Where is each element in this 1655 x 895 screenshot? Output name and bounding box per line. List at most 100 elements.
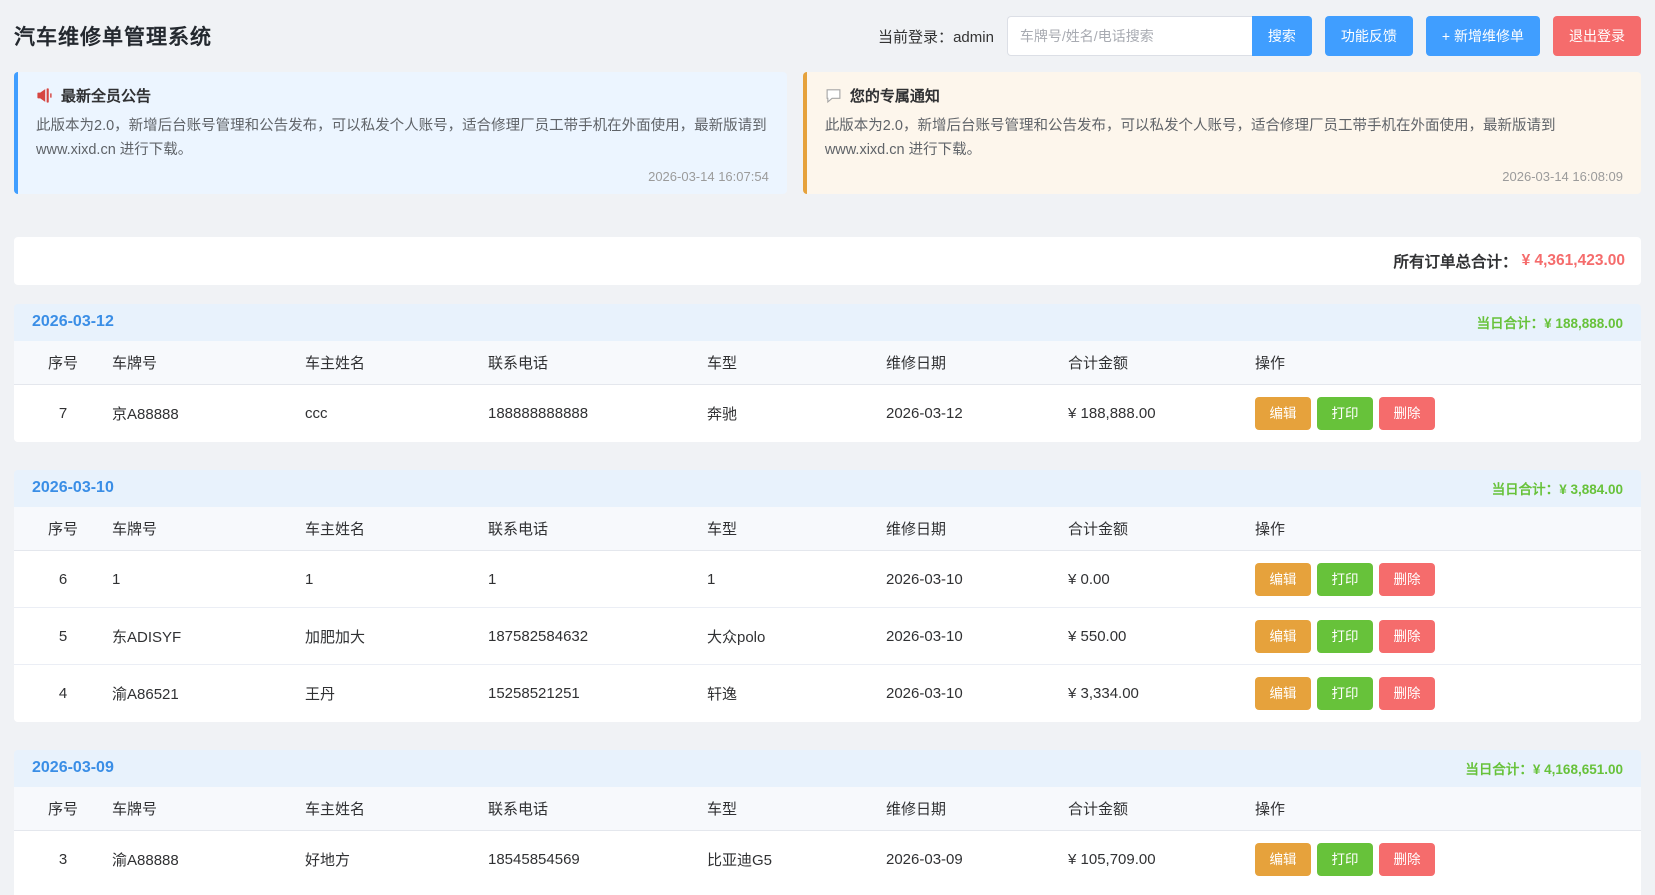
col-date: 维修日期	[886, 341, 1068, 385]
col-model: 车型	[707, 787, 886, 831]
cell-date: 2026-03-09	[886, 831, 1068, 888]
col-plate: 车牌号	[112, 787, 305, 831]
day-section-header: 2026-03-09 当日合计：¥ 4,168,651.00	[14, 750, 1641, 787]
delete-button[interactable]: 删除	[1379, 620, 1435, 653]
app-title: 汽车维修单管理系统	[14, 21, 212, 51]
cell-model: 奔驰	[707, 385, 886, 442]
cell-date: 2026-03-12	[886, 385, 1068, 442]
edit-button[interactable]: 编辑	[1255, 677, 1311, 710]
col-date: 维修日期	[886, 787, 1068, 831]
cell-plate: 1	[112, 551, 305, 608]
cell-no: 5	[14, 608, 112, 665]
personal-notice-card: 您的专属通知 此版本为2.0，新增后台账号管理和公告发布，可以私发个人账号，适合…	[803, 72, 1641, 194]
add-repair-order-button[interactable]: + 新增维修单	[1426, 16, 1540, 56]
cell-model: 大众polo	[707, 608, 886, 665]
cell-owner: 1	[305, 551, 488, 608]
cell-amount: ¥ 550.00	[1068, 608, 1255, 665]
col-plate: 车牌号	[112, 341, 305, 385]
edit-button[interactable]: 编辑	[1255, 397, 1311, 430]
cell-plate: 东ADISYF	[112, 608, 305, 665]
day-total-amount: ¥ 188,888.00	[1544, 316, 1623, 331]
cell-owner: 加肥加大	[305, 608, 488, 665]
orders-table-wrap: 序号 车牌号 车主姓名 联系电话 车型 维修日期 合计金额 操作 7 京A888…	[14, 341, 1641, 442]
cell-phone: 18545854569	[488, 831, 707, 888]
feedback-button[interactable]: 功能反馈	[1325, 16, 1413, 56]
col-phone: 联系电话	[488, 341, 707, 385]
orders-table-wrap: 序号 车牌号 车主姓名 联系电话 车型 维修日期 合计金额 操作 3 渝A888…	[14, 787, 1641, 895]
day-section-2026-03-10: 2026-03-10 当日合计：¥ 3,884.00 序号 车牌号 车主姓名 联…	[14, 470, 1641, 722]
cell-plate: 渝A88888	[112, 831, 305, 888]
current-login: 当前登录：admin	[878, 26, 994, 47]
cell-amount: ¥ 188,888.00	[1068, 385, 1255, 442]
grand-total-card: 所有订单总合计： ¥ 4,361,423.00	[14, 237, 1641, 285]
personal-notice-timestamp: 2026-03-14 16:08:09	[825, 163, 1623, 184]
topbar-actions: 当前登录：admin 搜索 功能反馈 + 新增维修单 退出登录	[878, 16, 1641, 56]
speech-bubble-icon	[825, 87, 842, 104]
table-header-row: 序号 车牌号 车主姓名 联系电话 车型 维修日期 合计金额 操作	[14, 341, 1641, 385]
announcement-body: 此版本为2.0，新增后台账号管理和公告发布，可以私发个人账号，适合修理厂员工带手…	[36, 115, 769, 163]
cell-owner: ccc	[305, 385, 488, 442]
edit-button[interactable]: 编辑	[1255, 843, 1311, 876]
cell-no: 6	[14, 551, 112, 608]
announcement-title: 最新全员公告	[61, 85, 151, 106]
col-no: 序号	[14, 507, 112, 551]
delete-button[interactable]: 删除	[1379, 563, 1435, 596]
cell-actions: 编辑打印删除	[1255, 608, 1641, 665]
table-row: 7 京A88888 ccc 188888888888 奔驰 2026-03-12…	[14, 385, 1641, 442]
orders-table: 序号 车牌号 车主姓名 联系电话 车型 维修日期 合计金额 操作 6 1 1	[14, 507, 1641, 722]
col-amount: 合计金额	[1068, 787, 1255, 831]
orders-table: 序号 车牌号 车主姓名 联系电话 车型 维修日期 合计金额 操作 3 渝A888…	[14, 787, 1641, 888]
print-button[interactable]: 打印	[1317, 620, 1373, 653]
search-group: 搜索	[1007, 16, 1312, 56]
print-button[interactable]: 打印	[1317, 843, 1373, 876]
cell-owner: 好地方	[305, 831, 488, 888]
delete-button[interactable]: 删除	[1379, 677, 1435, 710]
col-plate: 车牌号	[112, 507, 305, 551]
day-section-2026-03-12: 2026-03-12 当日合计：¥ 188,888.00 序号 车牌号 车主姓名…	[14, 304, 1641, 442]
col-amount: 合计金额	[1068, 507, 1255, 551]
cell-actions: 编辑打印删除	[1255, 831, 1641, 888]
print-button[interactable]: 打印	[1317, 397, 1373, 430]
cell-owner: 王丹	[305, 665, 488, 722]
search-button[interactable]: 搜索	[1252, 16, 1312, 56]
cell-amount: ¥ 105,709.00	[1068, 831, 1255, 888]
cell-amount: ¥ 0.00	[1068, 551, 1255, 608]
orders-table: 序号 车牌号 车主姓名 联系电话 车型 维修日期 合计金额 操作 7 京A888…	[14, 341, 1641, 442]
cell-amount: ¥ 3,334.00	[1068, 665, 1255, 722]
table-row: 3 渝A88888 好地方 18545854569 比亚迪G5 2026-03-…	[14, 831, 1641, 888]
page: 汽车维修单管理系统 当前登录：admin 搜索 功能反馈 + 新增维修单 退出登…	[0, 0, 1655, 895]
delete-button[interactable]: 删除	[1379, 843, 1435, 876]
col-amount: 合计金额	[1068, 341, 1255, 385]
col-owner: 车主姓名	[305, 507, 488, 551]
logout-button[interactable]: 退出登录	[1553, 16, 1641, 56]
announcement-timestamp: 2026-03-14 16:07:54	[36, 163, 769, 184]
cell-date: 2026-03-10	[886, 551, 1068, 608]
section-date: 2026-03-12	[32, 313, 114, 331]
table-row: 4 渝A86521 王丹 15258521251 轩逸 2026-03-10 ¥…	[14, 665, 1641, 722]
cell-date: 2026-03-10	[886, 665, 1068, 722]
table-row: 5 东ADISYF 加肥加大 187582584632 大众polo 2026-…	[14, 608, 1641, 665]
day-total: 当日合计：¥ 188,888.00	[1477, 312, 1623, 332]
cell-phone: 187582584632	[488, 608, 707, 665]
col-model: 车型	[707, 507, 886, 551]
print-button[interactable]: 打印	[1317, 563, 1373, 596]
cell-no: 7	[14, 385, 112, 442]
delete-button[interactable]: 删除	[1379, 397, 1435, 430]
personal-notice-body: 此版本为2.0，新增后台账号管理和公告发布，可以私发个人账号，适合修理厂员工带手…	[825, 115, 1623, 163]
print-button[interactable]: 打印	[1317, 677, 1373, 710]
col-phone: 联系电话	[488, 507, 707, 551]
current-user: admin	[953, 29, 994, 46]
col-no: 序号	[14, 341, 112, 385]
cell-plate: 渝A86521	[112, 665, 305, 722]
announcement-title-row: 最新全员公告	[36, 85, 769, 106]
search-input[interactable]	[1007, 16, 1252, 56]
table-row: 6 1 1 1 1 2026-03-10 ¥ 0.00 编辑打印删除	[14, 551, 1641, 608]
cell-actions: 编辑打印删除	[1255, 385, 1641, 442]
day-total-label: 当日合计：	[1465, 762, 1533, 777]
cell-no: 3	[14, 831, 112, 888]
day-total-amount: ¥ 4,168,651.00	[1533, 762, 1623, 777]
edit-button[interactable]: 编辑	[1255, 563, 1311, 596]
current-login-label: 当前登录：	[878, 29, 953, 46]
edit-button[interactable]: 编辑	[1255, 620, 1311, 653]
table-header-row: 序号 车牌号 车主姓名 联系电话 车型 维修日期 合计金额 操作	[14, 787, 1641, 831]
